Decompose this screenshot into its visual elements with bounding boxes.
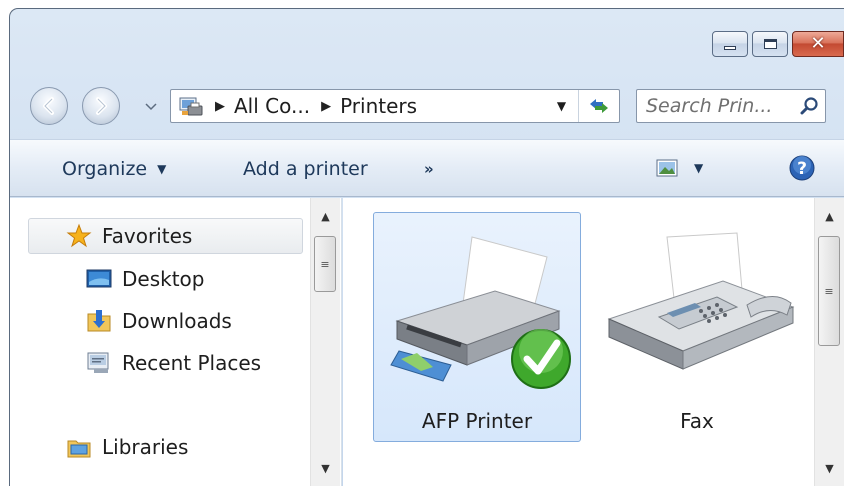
close-icon: ✕: [810, 33, 826, 54]
nav-item-desktop[interactable]: Desktop: [86, 266, 204, 292]
chevron-down-icon: ▼: [157, 162, 167, 176]
navigation-pane: Favorites Desktop Downloads Recent Place…: [10, 198, 342, 486]
add-printer-button[interactable]: Add a printer: [243, 158, 368, 180]
breadcrumb-printers[interactable]: Printers: [340, 94, 417, 118]
printer-icon: [390, 236, 571, 389]
device-label: AFP Printer: [421, 409, 533, 433]
search-icon[interactable]: [800, 96, 820, 116]
control-panel-icon: [179, 97, 203, 116]
nav-item-recent-places[interactable]: Recent Places: [86, 350, 261, 376]
chevron-down-icon: ▼: [556, 99, 567, 113]
maximize-icon: [763, 39, 777, 49]
nav-pane-scrollbar[interactable]: ▲ ≡ ▼: [310, 198, 340, 486]
maximize-button[interactable]: [752, 31, 788, 57]
breadcrumb-separator[interactable]: ▶: [215, 99, 225, 114]
svg-text:?: ?: [797, 159, 807, 179]
organize-label: Organize: [62, 158, 148, 180]
close-button[interactable]: ✕: [792, 31, 844, 57]
scroll-down-icon[interactable]: ▼: [815, 462, 844, 475]
change-view-button[interactable]: ▼: [656, 159, 703, 177]
chevron-down-icon: ▼: [694, 161, 704, 175]
arrow-left-icon: [43, 97, 54, 115]
add-printer-label: Add a printer: [243, 158, 368, 180]
refresh-button[interactable]: [579, 90, 619, 122]
nav-item-label: Favorites: [102, 224, 193, 248]
scrollbar-thumb[interactable]: ≡: [818, 236, 840, 346]
nav-item-label: Libraries: [102, 435, 189, 459]
nav-item-label: Downloads: [122, 309, 232, 333]
scroll-up-icon[interactable]: ▲: [815, 210, 844, 223]
help-icon: ?: [789, 155, 815, 181]
search-box[interactable]: [636, 89, 826, 123]
device-tile-fax[interactable]: Fax: [593, 212, 801, 442]
recent-places-icon: [87, 352, 109, 373]
help-button[interactable]: ?: [788, 154, 816, 182]
address-bar[interactable]: ▶ All Co... ▶ Printers ▼: [170, 89, 620, 123]
search-input[interactable]: [646, 95, 796, 117]
star-icon: [66, 223, 92, 248]
double-chevron-icon: »: [424, 160, 434, 178]
organize-button[interactable]: Organize ▼: [62, 158, 166, 180]
view-icon: [656, 159, 678, 177]
scroll-up-icon[interactable]: ▲: [311, 210, 340, 223]
back-button[interactable]: [30, 87, 68, 125]
nav-item-libraries[interactable]: Libraries: [66, 434, 188, 460]
caption-buttons: ✕: [712, 31, 844, 57]
minimize-button[interactable]: [712, 31, 748, 57]
fax-icon: [607, 232, 795, 370]
more-commands-button[interactable]: »: [424, 160, 434, 178]
forward-button[interactable]: [82, 87, 120, 125]
breadcrumb-all-control-panel[interactable]: All Co...: [234, 94, 310, 118]
scroll-down-icon[interactable]: ▼: [311, 462, 340, 475]
device-tile-afp-printer[interactable]: AFP Printer: [373, 212, 581, 442]
downloads-folder-icon: [87, 310, 111, 332]
command-bar: Organize ▼ Add a printer » ▼ ?: [10, 139, 844, 197]
devices-scrollbar[interactable]: ▲ ≡ ▼: [814, 198, 844, 486]
nav-item-downloads[interactable]: Downloads: [86, 308, 232, 334]
desktop-icon: [86, 269, 112, 288]
recent-pages-dropdown[interactable]: [145, 103, 157, 111]
nav-item-label: Recent Places: [122, 351, 262, 375]
devices-view: AFP Printer Fax: [343, 198, 814, 486]
refresh-icon: [590, 99, 608, 113]
arrow-right-icon: [96, 97, 107, 115]
address-dropdown-button[interactable]: ▼: [545, 90, 579, 122]
nav-item-favorites[interactable]: Favorites: [66, 223, 192, 249]
explorer-window: ✕ ▶ All Co... ▶ Printers ▼ Search Prin..…: [9, 8, 844, 486]
nav-item-label: Desktop: [122, 267, 205, 291]
scrollbar-thumb[interactable]: ≡: [314, 236, 336, 292]
libraries-icon: [67, 440, 91, 458]
minimize-icon: [724, 46, 736, 50]
breadcrumb-separator[interactable]: ▶: [321, 99, 331, 114]
device-label: Fax: [680, 409, 714, 433]
